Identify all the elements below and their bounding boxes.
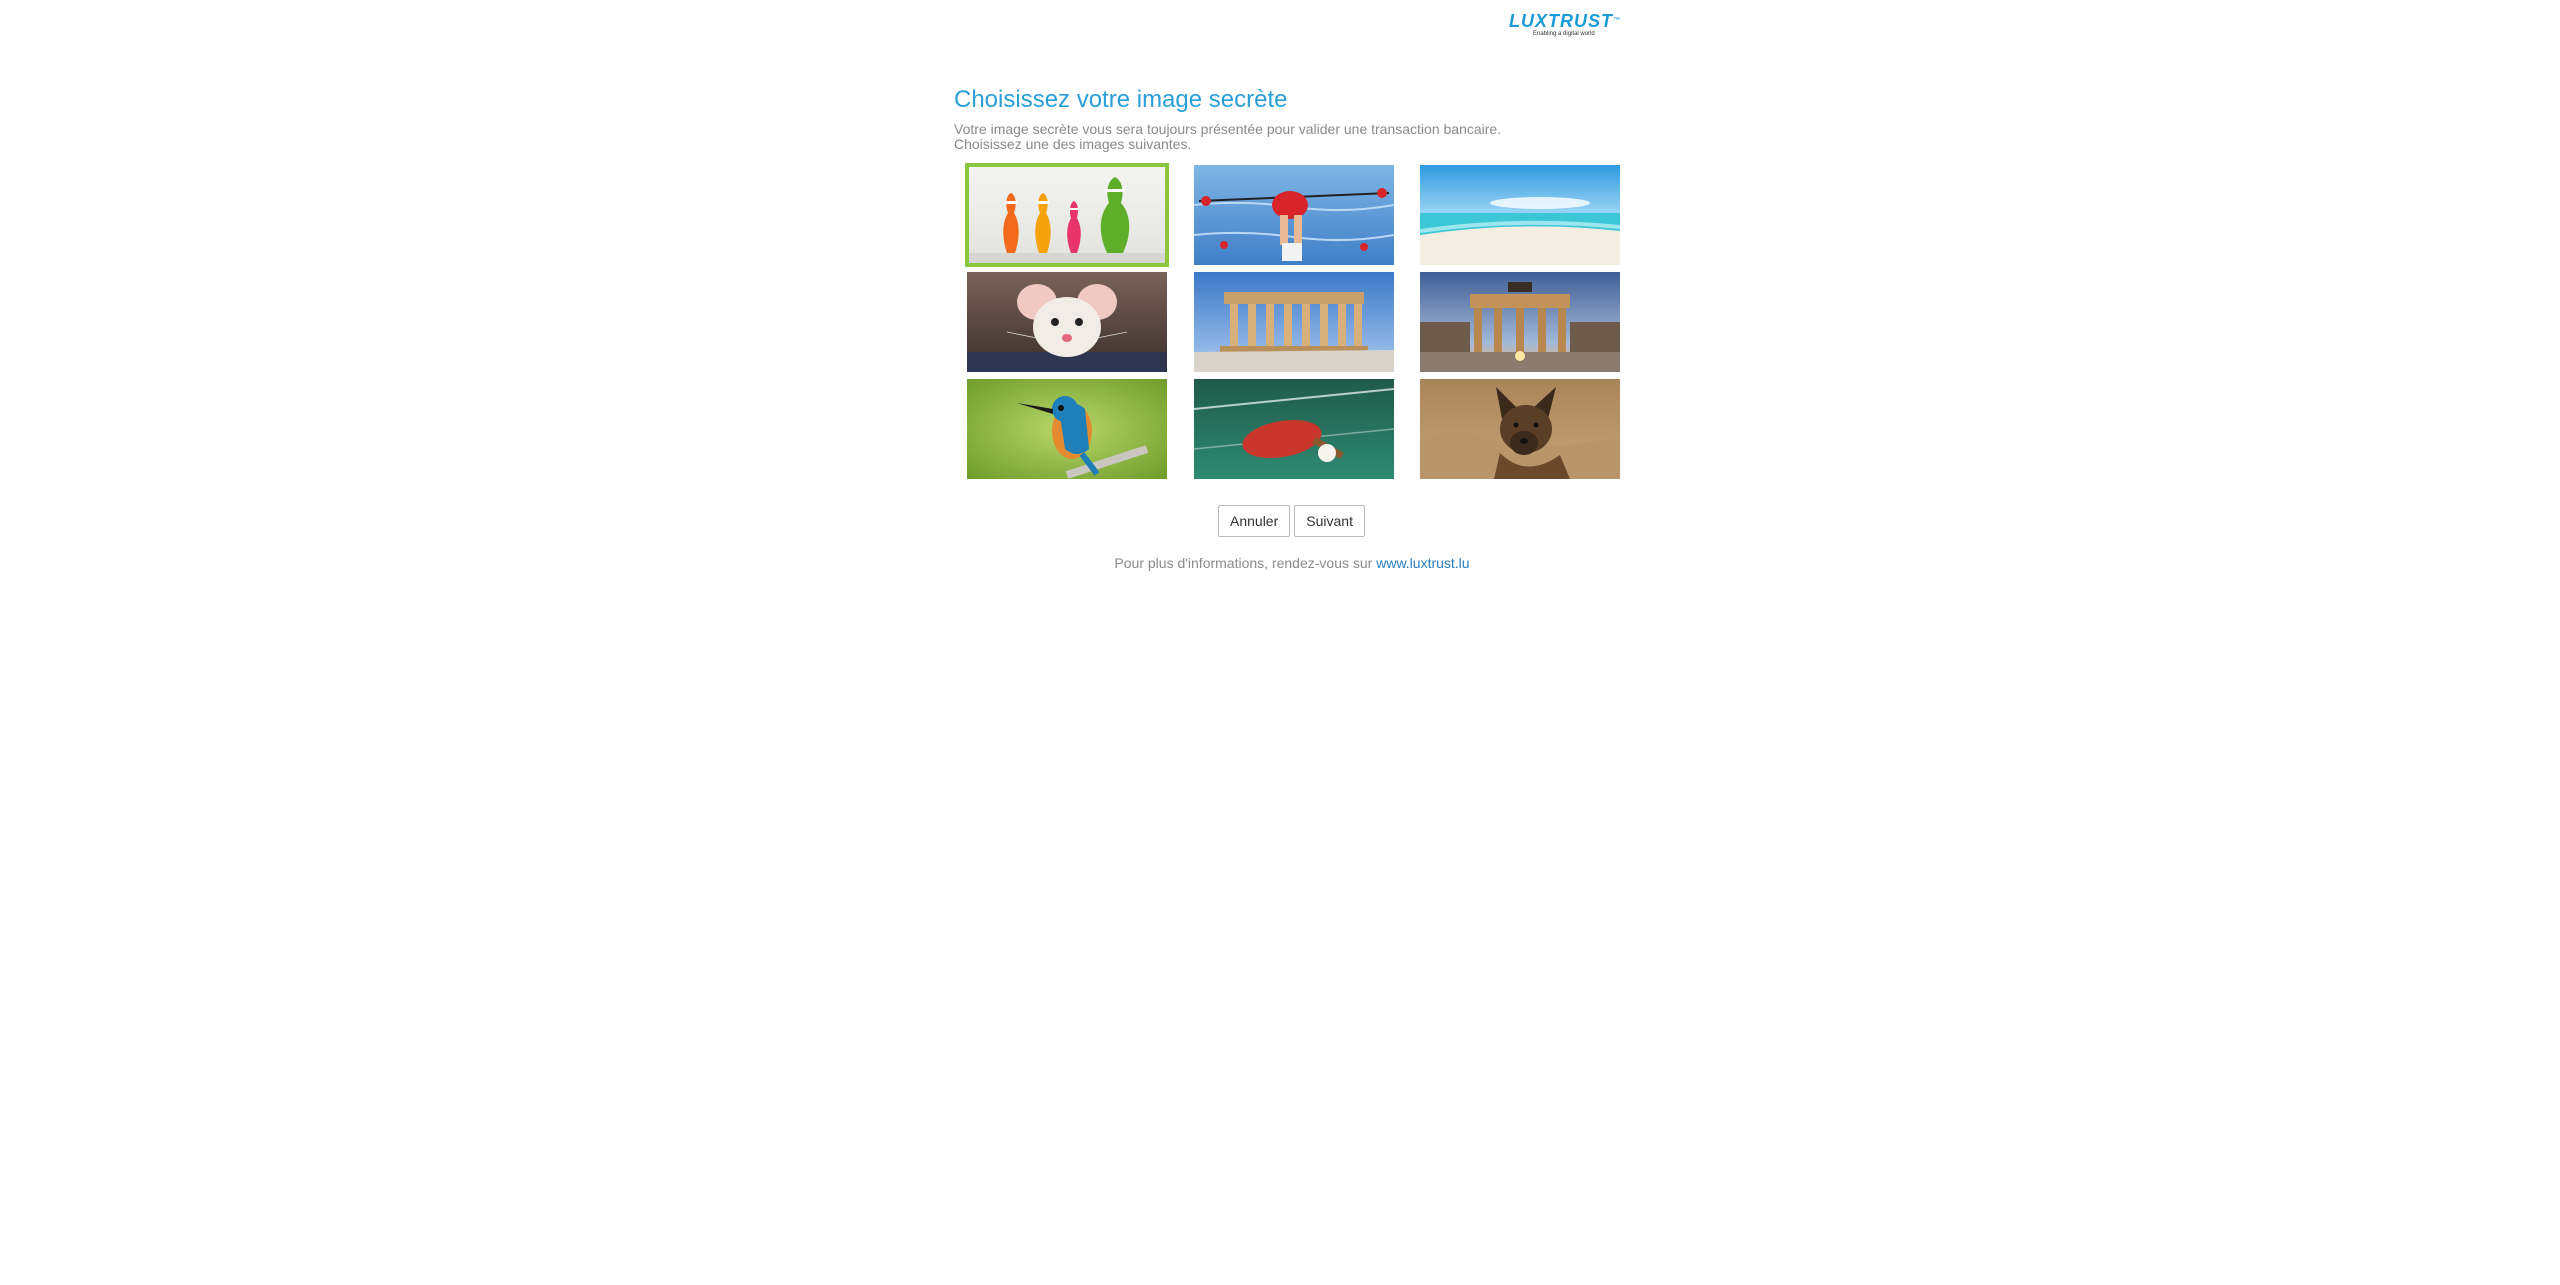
brandenburg-gate-image <box>1420 272 1620 372</box>
instructions-line-1: Votre image secrète vous sera toujours p… <box>954 121 1502 137</box>
footer-info: Pour plus d'informations, rendez-vous su… <box>954 555 1630 571</box>
kingfisher-image <box>967 379 1167 479</box>
german-shepherd-image <box>1420 379 1620 479</box>
image-option-beach[interactable] <box>1420 165 1620 265</box>
luxtrust-logo: LUXTRUST™ Enabling a digital world <box>1509 11 1629 37</box>
logo-wordmark: LUXTRUST™ <box>1509 11 1621 31</box>
luxtrust-link[interactable]: www.luxtrust.lu <box>1376 555 1469 571</box>
page-title: Choisissez votre image secrète <box>954 86 1288 113</box>
rowing-image <box>1194 165 1394 265</box>
image-option-kingfisher[interactable] <box>967 379 1167 479</box>
action-buttons: Annuler Suivant <box>1218 505 1369 537</box>
secret-image-grid <box>965 163 1621 479</box>
image-option-mouse[interactable] <box>967 272 1167 372</box>
logo-tagline: Enabling a digital world <box>1533 31 1595 37</box>
footer-text: Pour plus d'informations, rendez-vous su… <box>1114 555 1373 571</box>
image-option-bowling-pins[interactable] <box>965 163 1169 267</box>
image-option-rowing[interactable] <box>1194 165 1394 265</box>
parthenon-image <box>1194 272 1394 372</box>
table-tennis-image <box>1194 379 1394 479</box>
instructions-line-2: Choisissez une des images suivantes. <box>954 136 1192 152</box>
image-option-table-tennis[interactable] <box>1194 379 1394 479</box>
mouse-image <box>967 272 1167 372</box>
instructions: Votre image secrète vous sera toujours p… <box>954 122 1501 152</box>
next-button[interactable]: Suivant <box>1294 505 1365 537</box>
cancel-button[interactable]: Annuler <box>1218 505 1291 537</box>
image-option-parthenon[interactable] <box>1194 272 1394 372</box>
page: LUXTRUST™ Enabling a digital world Chois… <box>0 0 2560 1285</box>
beach-image <box>1420 165 1620 265</box>
image-option-german-shepherd[interactable] <box>1420 379 1620 479</box>
bowling-pins-image <box>967 165 1167 265</box>
image-option-brandenburg-gate[interactable] <box>1420 272 1620 372</box>
